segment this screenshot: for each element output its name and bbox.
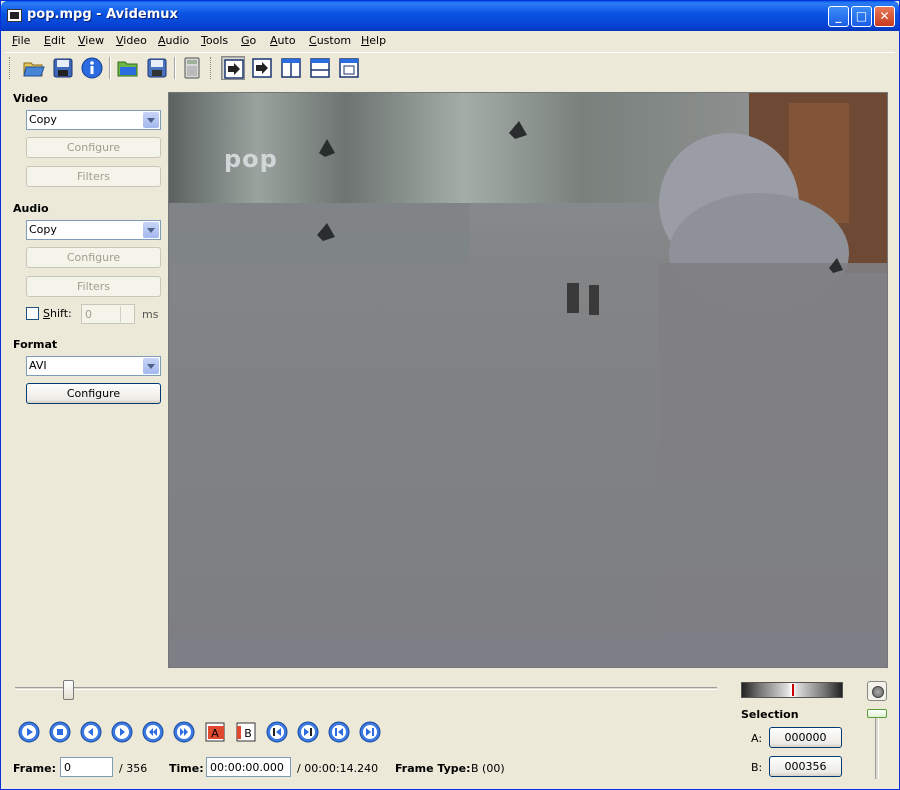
open-folder-icon[interactable] bbox=[116, 56, 140, 80]
close-button[interactable]: ✕ bbox=[874, 6, 895, 27]
info-icon[interactable] bbox=[80, 56, 104, 80]
save-icon[interactable] bbox=[51, 56, 75, 80]
rewind-icon[interactable] bbox=[142, 721, 164, 743]
video-preview[interactable]: pop bbox=[168, 92, 888, 668]
previous-keyframe-icon[interactable] bbox=[266, 721, 288, 743]
frame-type-value: B (00) bbox=[471, 762, 505, 775]
play-icon[interactable] bbox=[18, 721, 40, 743]
frame-label: Frame: bbox=[13, 762, 56, 775]
menu-help[interactable]: Help bbox=[361, 34, 386, 47]
first-frame-icon[interactable] bbox=[328, 721, 350, 743]
marker-b-label: B bbox=[244, 727, 252, 740]
shift-checkbox[interactable] bbox=[26, 307, 39, 320]
toolbar-grip[interactable] bbox=[9, 57, 12, 79]
frame-total: / 356 bbox=[119, 762, 148, 775]
marker-b-icon[interactable]: B bbox=[235, 721, 257, 743]
video-configure-button[interactable]: Configure bbox=[26, 137, 161, 158]
window-title: pop.mpg - Avidemux bbox=[27, 7, 178, 22]
toolbar bbox=[5, 52, 895, 82]
format-section-label: Format bbox=[13, 338, 58, 351]
toolbar-separator bbox=[174, 57, 176, 79]
chevron-down-icon[interactable] bbox=[143, 112, 159, 128]
side-by-side-icon[interactable] bbox=[279, 56, 303, 80]
selection-b-button[interactable]: 000356 bbox=[769, 756, 842, 777]
time-label: Time: bbox=[169, 762, 204, 775]
frame-type-label: Frame Type: bbox=[395, 762, 471, 775]
menu-go[interactable]: Go bbox=[241, 34, 256, 47]
save-as-icon[interactable] bbox=[145, 56, 169, 80]
menu-file[interactable]: File bbox=[12, 34, 30, 47]
spin-arrows-icon[interactable] bbox=[120, 306, 133, 322]
channel-logo: pop bbox=[224, 145, 278, 173]
selection-b-label: B: bbox=[751, 761, 763, 774]
time-input[interactable]: 00:00:00.000 bbox=[206, 757, 291, 777]
audio-filters-button[interactable]: Filters bbox=[26, 276, 161, 297]
next-frame-icon[interactable] bbox=[111, 721, 133, 743]
audio-section-label: Audio bbox=[13, 202, 49, 215]
chevron-down-icon[interactable] bbox=[143, 358, 159, 374]
avidemux-app-icon[interactable] bbox=[7, 9, 22, 22]
selection-title: Selection bbox=[741, 708, 799, 721]
selection-a-label: A: bbox=[751, 732, 763, 745]
main-window: pop.mpg - Avidemux _ □ ✕ File Edit View … bbox=[0, 0, 900, 790]
open-icon[interactable] bbox=[22, 56, 46, 80]
jog-marker bbox=[792, 684, 794, 696]
video-codec-value: Copy bbox=[29, 113, 57, 126]
seek-slider-track[interactable] bbox=[15, 687, 717, 690]
video-filters-button[interactable]: Filters bbox=[26, 166, 161, 187]
volume-icon[interactable] bbox=[867, 681, 887, 701]
single-view-icon[interactable] bbox=[337, 56, 361, 80]
audio-codec-value: Copy bbox=[29, 223, 57, 236]
shift-spinbox[interactable]: 0 bbox=[81, 304, 135, 324]
volume-slider-thumb[interactable] bbox=[867, 709, 887, 718]
marker-a-label: A bbox=[211, 727, 219, 740]
maximize-button[interactable]: □ bbox=[851, 6, 872, 27]
shift-label: Shift: bbox=[43, 307, 72, 320]
audio-configure-button[interactable]: Configure bbox=[26, 247, 161, 268]
menu-video[interactable]: Video bbox=[116, 34, 147, 47]
marker-a-icon[interactable]: A bbox=[204, 721, 226, 743]
video-section-label: Video bbox=[13, 92, 48, 105]
input-output-icon[interactable] bbox=[221, 56, 245, 80]
menu-auto[interactable]: Auto bbox=[270, 34, 296, 47]
volume-slider-track[interactable] bbox=[875, 713, 879, 779]
minimize-button[interactable]: _ bbox=[828, 6, 849, 27]
menu-tools[interactable]: Tools bbox=[201, 34, 228, 47]
video-frame bbox=[169, 93, 887, 667]
seek-slider-thumb[interactable] bbox=[63, 680, 74, 700]
toolbar-grip[interactable] bbox=[210, 57, 213, 79]
output-icon[interactable] bbox=[250, 56, 274, 80]
menu-custom[interactable]: Custom bbox=[309, 34, 351, 47]
stop-icon[interactable] bbox=[49, 721, 71, 743]
shift-unit-label: ms bbox=[142, 308, 159, 321]
shift-value: 0 bbox=[85, 308, 92, 321]
audio-codec-select[interactable]: Copy bbox=[26, 220, 161, 240]
menu-audio[interactable]: Audio bbox=[158, 34, 189, 47]
selection-a-button[interactable]: 000000 bbox=[769, 727, 842, 748]
chevron-down-icon[interactable] bbox=[143, 222, 159, 238]
previous-frame-icon[interactable] bbox=[80, 721, 102, 743]
format-select[interactable]: AVI bbox=[26, 356, 161, 376]
menu-view[interactable]: View bbox=[78, 34, 104, 47]
frame-input[interactable]: 0 bbox=[60, 757, 113, 777]
menu-edit[interactable]: Edit bbox=[44, 34, 65, 47]
last-frame-icon[interactable] bbox=[359, 721, 381, 743]
video-codec-select[interactable]: Copy bbox=[26, 110, 161, 130]
format-configure-button[interactable]: Configure bbox=[26, 383, 161, 404]
jog-shuttle[interactable] bbox=[741, 682, 843, 698]
fast-forward-icon[interactable] bbox=[173, 721, 195, 743]
time-total: / 00:00:14.240 bbox=[297, 762, 379, 775]
next-keyframe-icon[interactable] bbox=[297, 721, 319, 743]
toolbar-separator bbox=[109, 57, 111, 79]
title-bar[interactable]: pop.mpg - Avidemux _ □ ✕ bbox=[1, 1, 899, 31]
calculator-icon[interactable] bbox=[180, 56, 204, 80]
top-bottom-icon[interactable] bbox=[308, 56, 332, 80]
format-value: AVI bbox=[29, 359, 47, 372]
